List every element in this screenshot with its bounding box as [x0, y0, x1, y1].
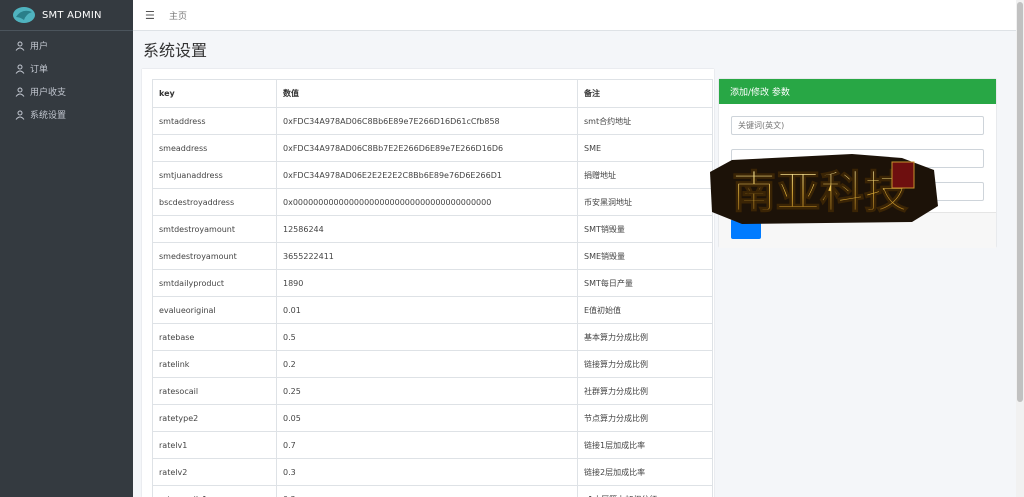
cell-remark: SMT销毁量 — [577, 215, 713, 243]
cell-key: ratelv2 — [152, 458, 277, 486]
cell-remark: 链接算力分成比例 — [577, 350, 713, 378]
cell-value: 12586244 — [276, 215, 578, 243]
settings-table: key 数值 备注 smtaddress 0xFDC34A978AD06C8Bb6… — [152, 79, 713, 497]
cell-key: smtjuanaddress — [152, 161, 277, 189]
brand-logo-icon — [13, 7, 35, 23]
column-header-key: key — [152, 79, 277, 108]
user-icon — [15, 110, 25, 120]
cell-value: 0.05 — [276, 404, 578, 432]
table-row[interactable]: smtjuanaddress 0xFDC34A978AD06E2E2E2E2C8B… — [152, 161, 713, 189]
cell-value: 0.2 — [276, 350, 578, 378]
cell-remark: 捐赠地址 — [577, 161, 713, 189]
watermark-text: 南亚科技 — [732, 167, 908, 218]
table-row[interactable]: ratebase 0.5 基本算力分成比例 — [152, 323, 713, 351]
sidebar-item-label: 用户收支 — [30, 88, 67, 98]
table-row[interactable]: smtdestroyamount 12586244 SMT销毁量 — [152, 215, 713, 243]
cell-key: evalueoriginal — [152, 296, 277, 324]
cell-key: ratelink — [152, 350, 277, 378]
page-title: 系统设置 — [143, 41, 208, 60]
table-row[interactable]: ratetype2 0.05 节点算力分成比例 — [152, 404, 713, 432]
cell-key: ratetype2 — [152, 404, 277, 432]
cell-remark: 社群算力分成比例 — [577, 377, 713, 405]
table-row[interactable]: smtaddress 0xFDC34A978AD06C8Bb6E89e7E266D… — [152, 107, 713, 135]
sidebar: SMT ADMIN 用户 订单 用户收支 系统设置 — [0, 0, 133, 497]
cell-remark: smt合约地址 — [577, 107, 713, 135]
cell-remark: 币安黑洞地址 — [577, 188, 713, 216]
table-row[interactable]: ratesocails10.2s1小区算力加权分红 — [152, 485, 713, 497]
key-input[interactable] — [731, 116, 984, 135]
cell-value: 0xFDC34A978AD06C8Bb6E89e7E266D16D61cCfb8… — [276, 107, 578, 135]
cell-remark: 基本算力分成比例 — [577, 323, 713, 351]
cell-remark: 链接1层加成比率 — [577, 431, 713, 459]
cell-value: 3655222411 — [276, 242, 578, 270]
cell-value: 0x00000000000000000000000000000000000000… — [276, 188, 578, 216]
cell-value: 0.7 — [276, 431, 578, 459]
column-header-value: 数值 — [276, 79, 578, 108]
cell-value: 1890 — [276, 269, 578, 297]
sidebar-item-label: 订单 — [30, 65, 49, 75]
cell-remark: SME销毁量 — [577, 242, 713, 270]
cell-remark: 链接2层加成比率 — [577, 458, 713, 486]
user-icon — [15, 41, 25, 51]
sidebar-item-label: 系统设置 — [30, 111, 67, 121]
cell-key: smtdailyproduct — [152, 269, 277, 297]
sidebar-item-system-settings[interactable]: 系统设置 — [0, 103, 133, 126]
settings-table-card: key 数值 备注 smtaddress 0xFDC34A978AD06C8Bb6… — [142, 69, 714, 497]
table-row[interactable]: ratesocail 0.25 社群算力分成比例 — [152, 377, 713, 405]
table-row[interactable]: bscdestroyaddress 0x000000000000000000000… — [152, 188, 713, 216]
brand-name: SMT ADMIN — [42, 9, 102, 21]
user-icon — [15, 87, 25, 97]
home-link[interactable]: 主页 — [169, 9, 187, 22]
table-header-row: key 数值 备注 — [152, 79, 713, 108]
menu-toggle-icon[interactable]: ☰ — [145, 9, 155, 22]
cell-key: smedestroyamount — [152, 242, 277, 270]
table-row[interactable]: ratelink 0.2 链接算力分成比例 — [152, 350, 713, 378]
form-header: 添加/修改 参数 — [719, 79, 996, 104]
sidebar-item-label: 用户 — [30, 42, 49, 52]
page-scrollbar[interactable] — [1016, 0, 1024, 497]
cell-key: smtaddress — [152, 107, 277, 135]
sidebar-item-user-finance[interactable]: 用户收支 — [0, 80, 133, 103]
table-row[interactable]: evalueoriginal 0.01 E值初始值 — [152, 296, 713, 324]
cell-value: 0xFDC34A978AD06C8Bb7E2E266D6E89e7E266D16… — [276, 134, 578, 162]
table-row[interactable]: smedestroyamount 3655222411 SME销毁量 — [152, 242, 713, 270]
table-row[interactable]: smtdailyproduct 1890 SMT每日产量 — [152, 269, 713, 297]
cell-remark: SMT每日产量 — [577, 269, 713, 297]
cell-key: smtdestroyamount — [152, 215, 277, 243]
cell-key: ratelv1 — [152, 431, 277, 459]
brand[interactable]: SMT ADMIN — [0, 0, 133, 31]
cell-value: 0.3 — [276, 458, 578, 486]
cell-value: 0.5 — [276, 323, 578, 351]
table-row[interactable]: smeaddress 0xFDC34A978AD06C8Bb7E2E266D6E8… — [152, 134, 713, 162]
column-header-remark: 备注 — [577, 79, 713, 108]
user-icon — [15, 64, 25, 74]
cell-key: smeaddress — [152, 134, 277, 162]
cell-value: 0.2 — [276, 485, 578, 497]
cell-remark: 节点算力分成比例 — [577, 404, 713, 432]
cell-value: 0.01 — [276, 296, 578, 324]
topbar: ☰ 主页 — [133, 0, 1016, 31]
cell-value: 0xFDC34A978AD06E2E2E2E2C8Bb6E89e76D6E266… — [276, 161, 578, 189]
table-row[interactable]: ratelv1 0.7 链接1层加成比率 — [152, 431, 713, 459]
table-row[interactable]: ratelv2 0.3 链接2层加成比率 — [152, 458, 713, 486]
cell-key: ratesocail — [152, 377, 277, 405]
scrollbar-thumb[interactable] — [1017, 2, 1023, 402]
sidebar-item-orders[interactable]: 订单 — [0, 57, 133, 80]
cell-value: 0.25 — [276, 377, 578, 405]
cell-remark: E值初始值 — [577, 296, 713, 324]
watermark-logo: 南亚科技 — [710, 154, 938, 224]
cell-remark: SME — [577, 134, 713, 162]
cell-remark: s1小区算力加权分红 — [577, 485, 713, 497]
cell-key: ratesocails1 — [152, 485, 277, 497]
cell-key: bscdestroyaddress — [152, 188, 277, 216]
cell-key: ratebase — [152, 323, 277, 351]
sidebar-item-users[interactable]: 用户 — [0, 34, 133, 57]
